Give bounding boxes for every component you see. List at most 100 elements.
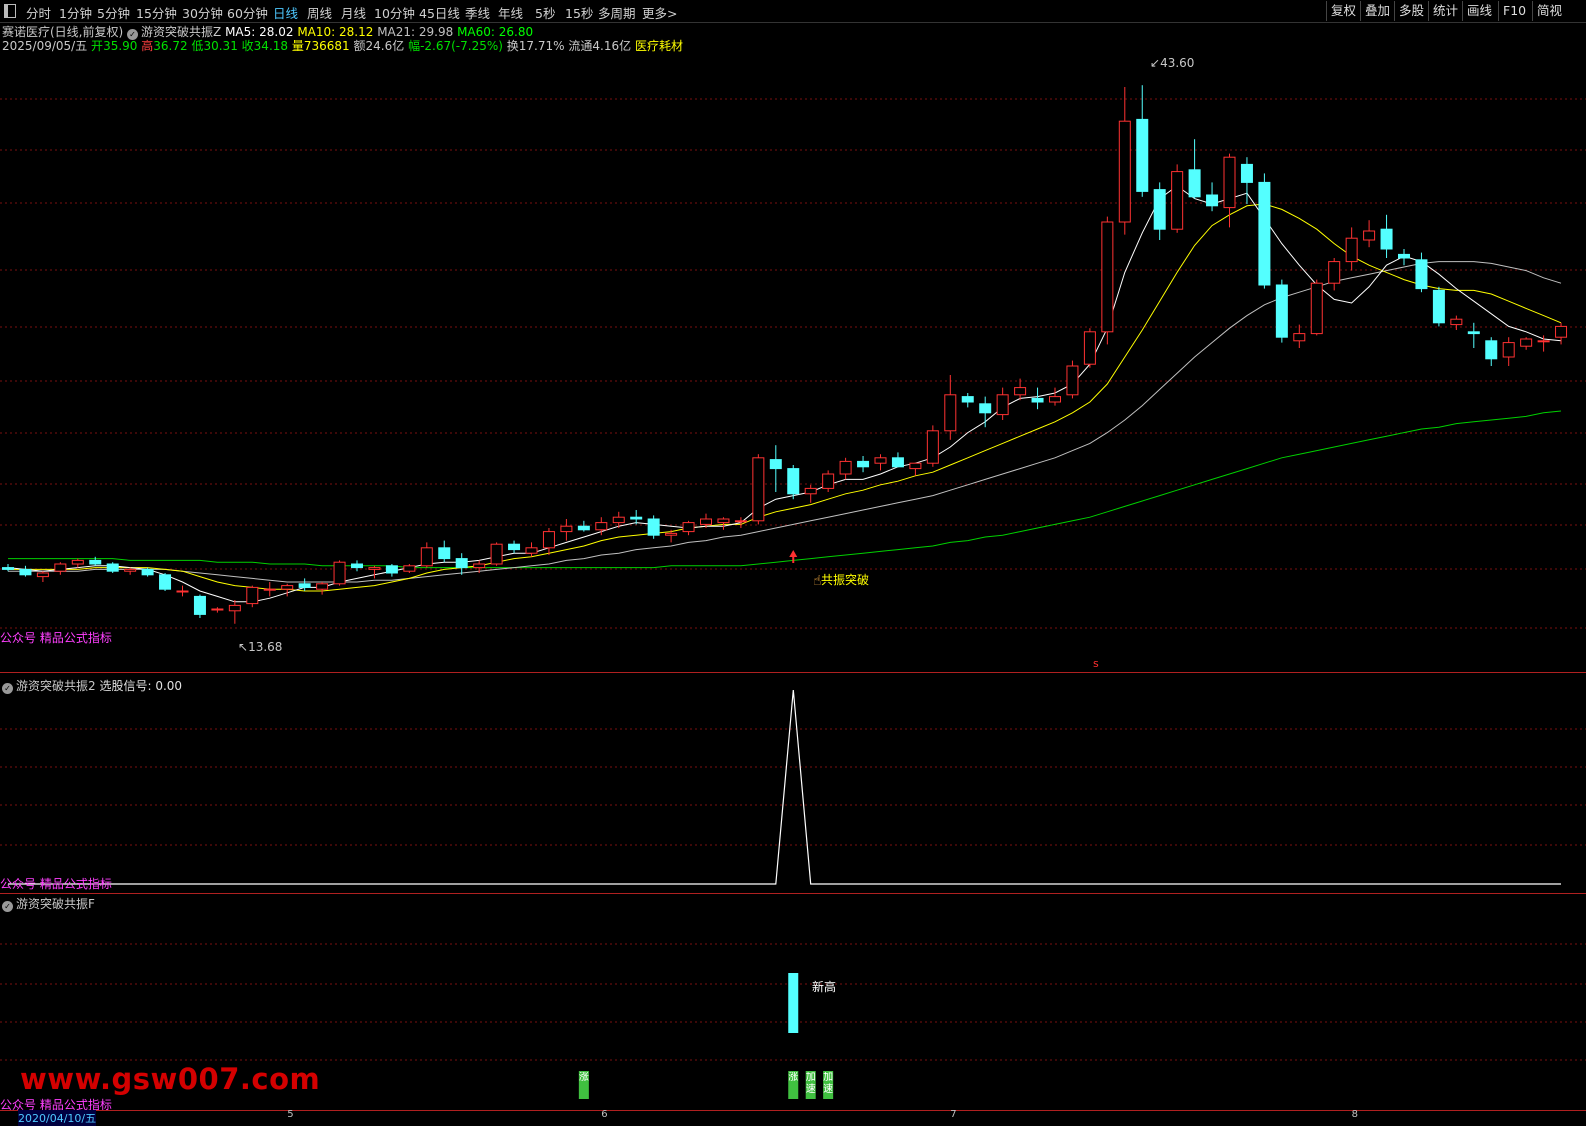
candle-body-5 [89, 559, 102, 565]
tool-button-6[interactable]: 简视 [1532, 1, 1566, 21]
candle-body-56 [979, 403, 992, 414]
candle-body-29 [508, 543, 521, 551]
candle-body-1 [19, 568, 32, 576]
candle-body-63 [1101, 221, 1114, 333]
sector[interactable]: 医疗耗材 [635, 39, 683, 53]
candle-body-86 [1502, 342, 1515, 358]
new-high-label: 新高 [812, 980, 837, 994]
period-tab-16[interactable]: 更多> [642, 3, 677, 22]
hand-cursor-icon: ☝ [813, 573, 822, 589]
candle-body-41 [717, 518, 730, 524]
candle-body-80 [1398, 253, 1410, 259]
chart-canvas[interactable] [0, 0, 1586, 1124]
candle-body-2 [36, 572, 49, 578]
candle-body-71 [1240, 163, 1253, 183]
candle-body-6 [106, 563, 119, 572]
candle-body-59 [1031, 397, 1044, 403]
candle-body-24 [420, 547, 433, 567]
candlestick-series [2, 85, 1568, 624]
period-tab-13[interactable]: 5秒 [535, 3, 555, 22]
tool-button-5[interactable]: F10 [1498, 1, 1530, 21]
candle-body-8 [141, 568, 154, 576]
candle-body-49 [857, 460, 870, 468]
candle-body-38 [665, 532, 678, 536]
period-tab-11[interactable]: 季线 [465, 3, 490, 22]
period-tab-8[interactable]: 月线 [341, 3, 366, 22]
candle-body-0 [2, 567, 14, 570]
moving-average-lines [7, 185, 1562, 603]
open-value: 35.90 [103, 39, 138, 53]
main-grid [0, 98, 1586, 629]
period-tab-14[interactable]: 15秒 [565, 3, 593, 22]
period-tab-10[interactable]: 45日线 [419, 3, 460, 22]
candle-body-35 [612, 516, 625, 524]
pane-divider-1[interactable] [0, 672, 1586, 673]
volume-label: 量 [291, 39, 304, 53]
indicator2-menu-icon[interactable]: ✓ [2, 901, 13, 912]
tool-button-0[interactable]: 复权 [1326, 1, 1360, 21]
candle-body-30 [525, 547, 538, 554]
max-price-label: ↙43.60 [1150, 56, 1195, 70]
period-tab-15[interactable]: 多周期 [598, 3, 636, 22]
candle-body-61 [1066, 365, 1079, 396]
candle-body-14 [246, 586, 259, 605]
ma21-line [8, 261, 1562, 583]
indicator1-title[interactable]: 游资突破共振2 [16, 679, 96, 693]
period-tab-5[interactable]: 60分钟 [227, 3, 268, 22]
candle-body-16 [281, 585, 294, 590]
candle-body-66 [1153, 189, 1166, 230]
candle-body-36 [630, 516, 643, 520]
signal-arrow-head [789, 550, 798, 557]
candle-body-9 [159, 574, 172, 590]
candle-body-19 [333, 561, 346, 585]
period-tab-1[interactable]: 1分钟 [59, 3, 92, 22]
candle-body-62 [1083, 331, 1096, 365]
tool-button-1[interactable]: 叠加 [1360, 1, 1394, 21]
tool-button-4[interactable]: 画线 [1462, 1, 1496, 21]
candle-body-40 [700, 518, 712, 525]
candle-body-60 [1049, 396, 1061, 403]
candle-body-64 [1118, 120, 1131, 223]
pane-divider-2[interactable] [0, 893, 1586, 894]
period-tab-3[interactable]: 15分钟 [136, 3, 177, 22]
month-tick-0: 5 [287, 1109, 294, 1120]
candle-body-11 [193, 595, 206, 615]
candle-body-25 [438, 547, 451, 560]
float-shares: 流通4.16亿 [568, 39, 632, 53]
sidebar-toggle-icon[interactable] [4, 4, 16, 18]
period-tab-9[interactable]: 10分钟 [374, 3, 415, 22]
candle-body-82 [1432, 289, 1445, 324]
period-tab-4[interactable]: 30分钟 [182, 3, 223, 22]
min-price-label: ↖13.68 [238, 640, 283, 654]
indicator2-title[interactable]: 游资突破共振F [16, 897, 95, 911]
period-tab-12[interactable]: 年线 [498, 3, 523, 22]
main-footer-label: 公众号 精品公式指标 [0, 631, 112, 645]
ma60-line [8, 410, 1562, 569]
candle-body-31 [542, 531, 555, 549]
indicator1-menu-icon[interactable]: ✓ [2, 683, 13, 694]
candle-body-42 [734, 520, 747, 523]
candle-body-15 [263, 588, 276, 591]
candle-body-17 [298, 583, 311, 588]
month-tick-3: 8 [1351, 1109, 1359, 1120]
tool-button-2[interactable]: 多股 [1394, 1, 1428, 21]
period-tab-0[interactable]: 分时 [26, 3, 51, 22]
candle-body-88 [1537, 340, 1550, 343]
candle-body-89 [1555, 325, 1568, 338]
candle-body-23 [403, 565, 416, 572]
period-tab-6[interactable]: 日线 [273, 3, 298, 22]
indicator1-footer-label: 公众号 精品公式指标 [0, 877, 112, 891]
candle-body-57 [996, 394, 1009, 416]
candle-body-47 [822, 473, 835, 489]
tool-button-3[interactable]: 统计 [1428, 1, 1462, 21]
period-tab-2[interactable]: 5分钟 [97, 3, 130, 22]
candle-body-45 [787, 468, 800, 495]
candle-body-70 [1223, 156, 1236, 209]
candle-body-27 [473, 563, 486, 569]
candle-body-54 [944, 394, 957, 432]
candle-body-7 [124, 568, 137, 572]
signal-label: 共振突破 [821, 573, 870, 587]
period-tab-7[interactable]: 周线 [307, 3, 332, 22]
candle-body-67 [1171, 171, 1184, 230]
candle-body-81 [1415, 259, 1428, 290]
